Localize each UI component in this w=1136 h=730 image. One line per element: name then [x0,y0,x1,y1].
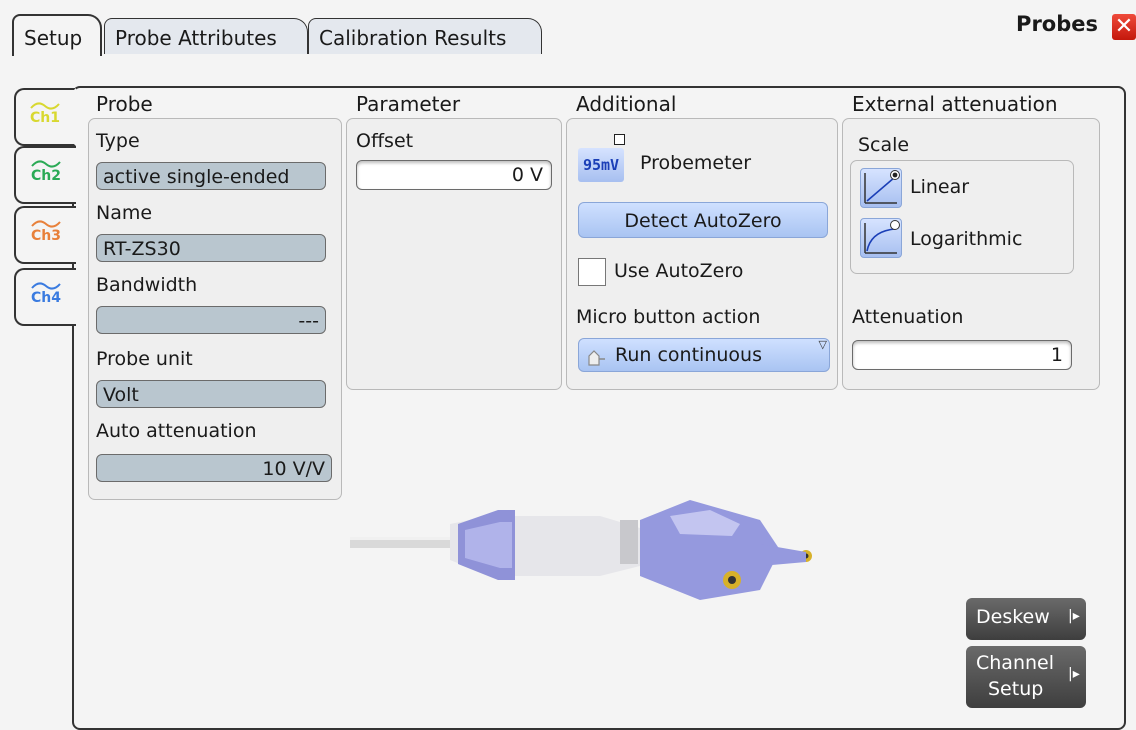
arrow-right-icon: |▸ [1068,608,1080,624]
tab-calibration-results[interactable]: Calibration Results [308,18,542,54]
micro-button-label: Micro button action [576,306,761,328]
auto-attenuation-label: Auto attenuation [96,420,257,442]
channel-tab-ch3[interactable]: Ch3 [14,206,76,264]
name-field: RT-ZS30 [96,234,326,262]
name-label: Name [96,202,153,224]
linear-label: Linear [910,176,970,198]
micro-button-value: Run continuous [615,344,762,366]
dropdown-arrow-icon: ▽ [818,338,827,351]
parameter-group [346,118,562,390]
type-label: Type [96,130,140,152]
probemeter-icon[interactable]: 95mV [578,134,625,184]
probemeter-label: Probemeter [640,152,752,174]
external-attenuation-heading: External attenuation [852,92,1058,116]
bandwidth-field: --- [96,306,326,334]
logarithmic-scale-icon[interactable] [860,218,902,258]
channel-label: Ch4 [31,290,61,306]
channel-setup-button[interactable]: Channel Setup |▸ [966,646,1086,708]
type-field: active single-ended [96,162,326,190]
channel-label: Ch1 [30,110,60,126]
channel-setup-label-line1: Channel [976,652,1055,674]
tab-probe-attributes[interactable]: Probe Attributes [104,18,308,54]
tab-setup[interactable]: Setup [12,14,102,56]
attenuation-label: Attenuation [852,306,964,328]
channel-setup-label-line2: Setup [988,678,1044,700]
use-autozero-checkbox[interactable] [578,258,606,286]
linear-scale-icon[interactable] [860,168,902,208]
deskew-button[interactable]: Deskew |▸ [966,598,1086,640]
parameter-heading: Parameter [356,92,461,116]
detect-autozero-button[interactable]: Detect AutoZero [578,202,828,238]
arrow-right-icon: |▸ [1068,666,1080,682]
scale-label: Scale [858,134,910,156]
channel-tab-ch4[interactable]: Ch4 [14,268,76,326]
probe-image [340,480,820,620]
use-autozero-label: Use AutoZero [614,260,744,282]
channel-tab-ch1[interactable]: Ch1 [14,88,76,146]
channel-label: Ch2 [31,168,61,184]
probe-unit-label: Probe unit [96,348,193,370]
logarithmic-label: Logarithmic [910,228,1023,250]
offset-label: Offset [356,130,414,152]
probemeter-readout: 95mV [578,148,624,182]
additional-heading: Additional [576,92,677,116]
hand-icon [585,345,607,366]
dialog-title: Probes [1016,12,1098,36]
micro-button-select[interactable]: Run continuous ▽ [578,338,830,372]
offset-input[interactable]: 0 V [356,160,552,190]
deskew-label: Deskew [976,606,1050,628]
channel-tab-ch2[interactable]: Ch2 [14,146,76,204]
bandwidth-label: Bandwidth [96,274,198,296]
probemeter-checkbox[interactable] [614,134,625,145]
auto-attenuation-field: 10 V/V [96,454,332,482]
probe-unit-field: Volt [96,380,326,408]
close-icon[interactable]: ✕ [1112,14,1136,40]
attenuation-input[interactable]: 1 [852,340,1072,370]
probe-heading: Probe [96,92,153,116]
channel-label: Ch3 [31,228,61,244]
